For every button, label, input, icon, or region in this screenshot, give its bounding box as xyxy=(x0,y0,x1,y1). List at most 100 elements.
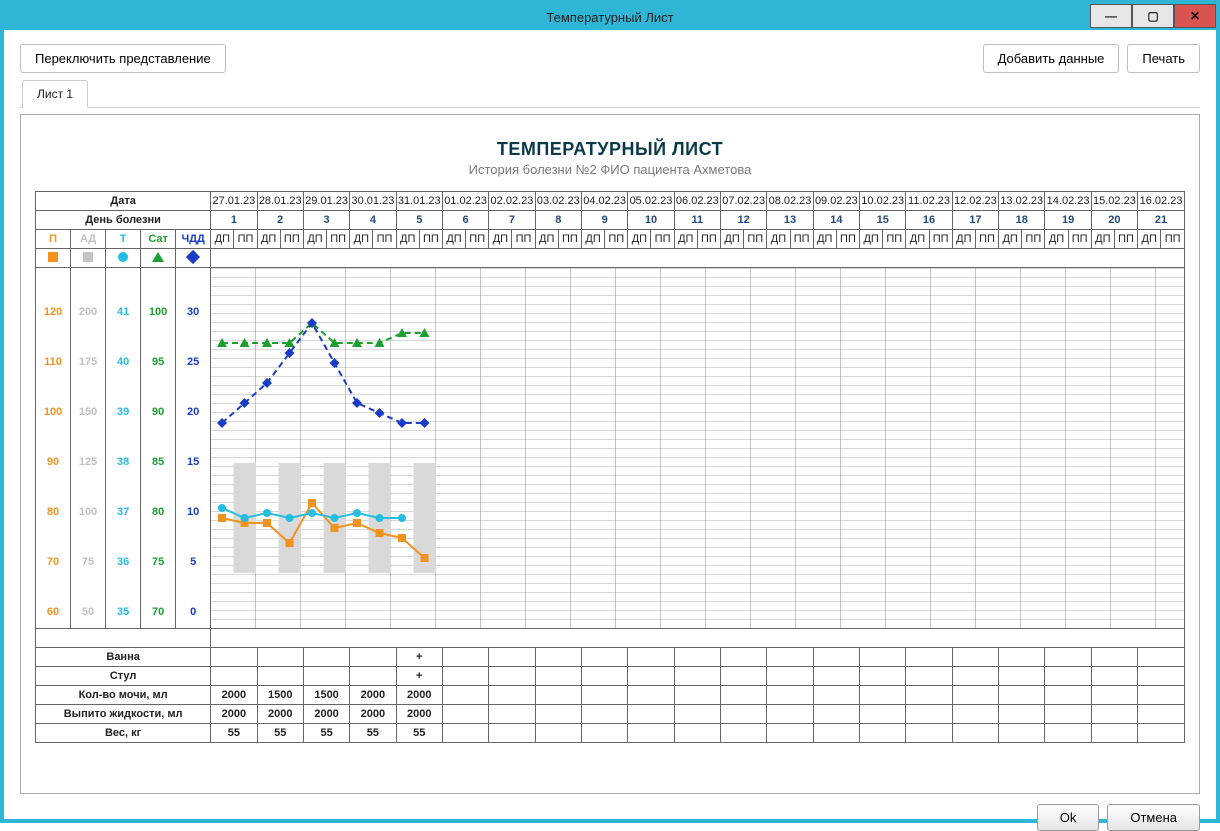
window-controls: — ▢ ✕ xyxy=(1090,4,1216,28)
maximize-button[interactable]: ▢ xyxy=(1132,4,1174,28)
cell-vanna xyxy=(257,648,303,667)
temperature-sheet-table: Дата27.01.2328.01.2329.01.2330.01.2331.0… xyxy=(35,191,1185,743)
dp-header: ДП xyxy=(396,230,419,249)
dp-header: ДП xyxy=(860,230,883,249)
cell-vanna xyxy=(999,648,1045,667)
cell-stul: + xyxy=(396,667,442,686)
row-legend xyxy=(36,249,1185,268)
cell-zhidkost xyxy=(1138,705,1185,724)
cell-ves xyxy=(1091,724,1137,743)
cell-stul xyxy=(303,667,349,686)
date-cell: 03.02.23 xyxy=(535,192,581,211)
dp-header: ДП xyxy=(257,230,280,249)
header-day: День болезни xyxy=(36,211,211,230)
pp-header: ПП xyxy=(790,230,813,249)
date-cell: 07.02.23 xyxy=(721,192,767,211)
cell-zhidkost xyxy=(628,705,674,724)
cell-ves xyxy=(628,724,674,743)
day-cell: 7 xyxy=(489,211,535,230)
day-cell: 11 xyxy=(674,211,720,230)
day-cell: 21 xyxy=(1138,211,1185,230)
pp-header: ПП xyxy=(836,230,859,249)
cell-vanna xyxy=(767,648,813,667)
day-cell: 5 xyxy=(396,211,442,230)
cell-zhidkost: 2000 xyxy=(350,705,396,724)
date-cell: 06.02.23 xyxy=(674,192,720,211)
y-scale-ad: 2001751501251007550 xyxy=(71,268,106,629)
cell-mochi xyxy=(1045,686,1091,705)
cell-vanna xyxy=(906,648,952,667)
cell-ves xyxy=(906,724,952,743)
day-cell: 1 xyxy=(211,211,257,230)
toggle-view-button[interactable]: Переключить представление xyxy=(20,44,226,73)
cell-mochi xyxy=(674,686,720,705)
row-ves: Вес, кг5555555555 xyxy=(36,724,1185,743)
cell-ves xyxy=(952,724,998,743)
legend-spacer xyxy=(211,249,1185,268)
pp-header: ПП xyxy=(651,230,674,249)
pp-header: ПП xyxy=(466,230,489,249)
pp-header: ПП xyxy=(744,230,767,249)
cell-ves: 55 xyxy=(350,724,396,743)
date-cell: 09.02.23 xyxy=(813,192,859,211)
tab-sheet-1[interactable]: Лист 1 xyxy=(22,80,88,108)
dp-header: ДП xyxy=(1091,230,1114,249)
titlebar: Температурный Лист — ▢ ✕ xyxy=(4,4,1216,30)
row-label-ves: Вес, кг xyxy=(36,724,211,743)
date-cell: 02.02.23 xyxy=(489,192,535,211)
print-button[interactable]: Печать xyxy=(1127,44,1200,73)
cell-zhidkost xyxy=(442,705,488,724)
date-cell: 30.01.23 xyxy=(350,192,396,211)
legend-sat-icon xyxy=(141,249,176,268)
cell-vanna xyxy=(581,648,627,667)
pp-header: ПП xyxy=(234,230,257,249)
cell-zhidkost xyxy=(860,705,906,724)
date-cell: 11.02.23 xyxy=(906,192,952,211)
cell-stul xyxy=(860,667,906,686)
cell-stul xyxy=(813,667,859,686)
row-metric-headers: ПАДТСатЧДДДПППДПППДПППДПППДПППДПППДПППДП… xyxy=(36,230,1185,249)
cell-ves xyxy=(442,724,488,743)
row-stul: Стул+ xyxy=(36,667,1185,686)
dp-header: ДП xyxy=(535,230,558,249)
cell-ves: 55 xyxy=(396,724,442,743)
cell-zhidkost: 2000 xyxy=(396,705,442,724)
cell-mochi xyxy=(906,686,952,705)
cell-stul xyxy=(721,667,767,686)
dp-header: ДП xyxy=(1138,230,1161,249)
row-label-vanna: Ванна xyxy=(36,648,211,667)
date-cell: 12.02.23 xyxy=(952,192,998,211)
cell-vanna xyxy=(1045,648,1091,667)
day-cell: 20 xyxy=(1091,211,1137,230)
cell-stul xyxy=(211,667,257,686)
cell-vanna xyxy=(674,648,720,667)
close-button[interactable]: ✕ xyxy=(1174,4,1216,28)
cell-vanna xyxy=(489,648,535,667)
dp-header: ДП xyxy=(350,230,373,249)
cell-stul xyxy=(906,667,952,686)
cell-mochi xyxy=(1091,686,1137,705)
y-scale-chdd: 302520151050 xyxy=(176,268,211,629)
cell-ves: 55 xyxy=(257,724,303,743)
cell-zhidkost xyxy=(813,705,859,724)
ok-button[interactable]: Ok xyxy=(1037,804,1100,831)
cell-vanna xyxy=(442,648,488,667)
date-cell: 01.02.23 xyxy=(442,192,488,211)
cell-mochi xyxy=(813,686,859,705)
cell-zhidkost xyxy=(489,705,535,724)
cell-mochi: 2000 xyxy=(211,686,257,705)
pp-header: ПП xyxy=(883,230,906,249)
add-data-button[interactable]: Добавить данные xyxy=(983,44,1120,73)
day-cell: 19 xyxy=(1045,211,1091,230)
cell-vanna: + xyxy=(396,648,442,667)
cell-vanna xyxy=(1138,648,1185,667)
cell-ves: 55 xyxy=(303,724,349,743)
sheet-subtitle: История болезни №2 ФИО пациента Ахметова xyxy=(35,162,1185,177)
dp-header: ДП xyxy=(721,230,744,249)
pp-header: ПП xyxy=(558,230,581,249)
row-label-mochi: Кол-во мочи, мл xyxy=(36,686,211,705)
cell-mochi: 1500 xyxy=(303,686,349,705)
cell-stul xyxy=(767,667,813,686)
minimize-button[interactable]: — xyxy=(1090,4,1132,28)
cancel-button[interactable]: Отмена xyxy=(1107,804,1200,831)
